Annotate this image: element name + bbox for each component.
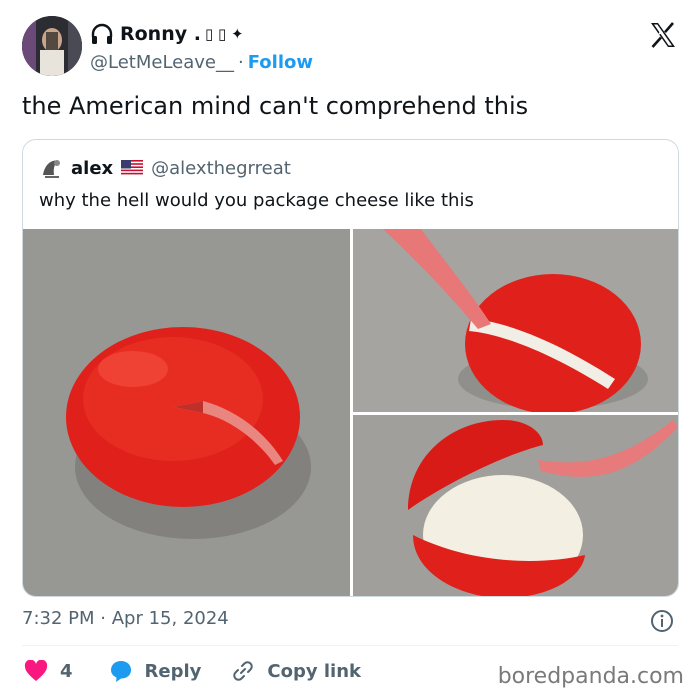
tweet-text: the American mind can't comprehend this (22, 92, 529, 120)
author-avatar[interactable] (22, 16, 82, 76)
reply-button[interactable]: Reply (109, 659, 202, 683)
x-logo-icon[interactable] (648, 20, 678, 50)
headphones-icon (91, 23, 113, 44)
quoted-tweet[interactable]: alex @alexthegrreat why the hell would y… (22, 139, 679, 597)
author-block: Ronny . ▯ ▯ ✦ @LetMeLeave__ · Follow (90, 19, 313, 73)
quote-author-handle: @alexthegrreat (151, 157, 291, 179)
author-name: Ronny . (120, 23, 201, 45)
photo-grid (23, 229, 678, 596)
handle-separator: · (238, 52, 244, 73)
reply-label: Reply (144, 660, 202, 682)
photo-cheese-strip[interactable] (353, 229, 678, 412)
tweet-time: 7:32 PM (22, 608, 95, 629)
heart-icon (24, 660, 48, 681)
photo-cheese-opened[interactable] (353, 415, 678, 596)
like-count: 4 (60, 660, 73, 682)
divider (22, 645, 678, 646)
link-icon (233, 661, 254, 681)
copy-link-label: Copy link (267, 660, 361, 682)
author-handle[interactable]: @LetMeLeave__ (90, 52, 234, 73)
author-name-glyphs: ▯ ▯ ✦ (204, 25, 244, 43)
tweet-header: Ronny . ▯ ▯ ✦ @LetMeLeave__ · Follow (22, 16, 682, 80)
author-handle-row: @LetMeLeave__ · Follow (90, 52, 313, 73)
info-icon[interactable] (650, 609, 674, 633)
timestamp-separator: · (100, 608, 106, 629)
follow-button[interactable]: Follow (248, 52, 313, 73)
author-name-row[interactable]: Ronny . ▯ ▯ ✦ (90, 19, 313, 49)
tweet-actions: 4 Reply Copy link (24, 656, 391, 686)
copy-link-button[interactable]: Copy link (231, 659, 361, 683)
like-button[interactable]: 4 (24, 660, 79, 682)
tweet-date: Apr 15, 2024 (111, 608, 229, 629)
watermark: boredpanda.com (497, 664, 684, 689)
photo-cheese-whole[interactable] (23, 229, 350, 596)
us-flag-icon (121, 160, 144, 176)
tweet-timestamp[interactable]: 7:32 PM · Apr 15, 2024 (22, 608, 229, 629)
quote-header: alex @alexthegrreat (39, 155, 291, 181)
quote-avatar[interactable] (39, 155, 65, 181)
quote-author-name: alex (71, 157, 114, 179)
quote-text: why the hell would you package cheese li… (39, 190, 474, 211)
reply-bubble-icon (110, 661, 131, 682)
